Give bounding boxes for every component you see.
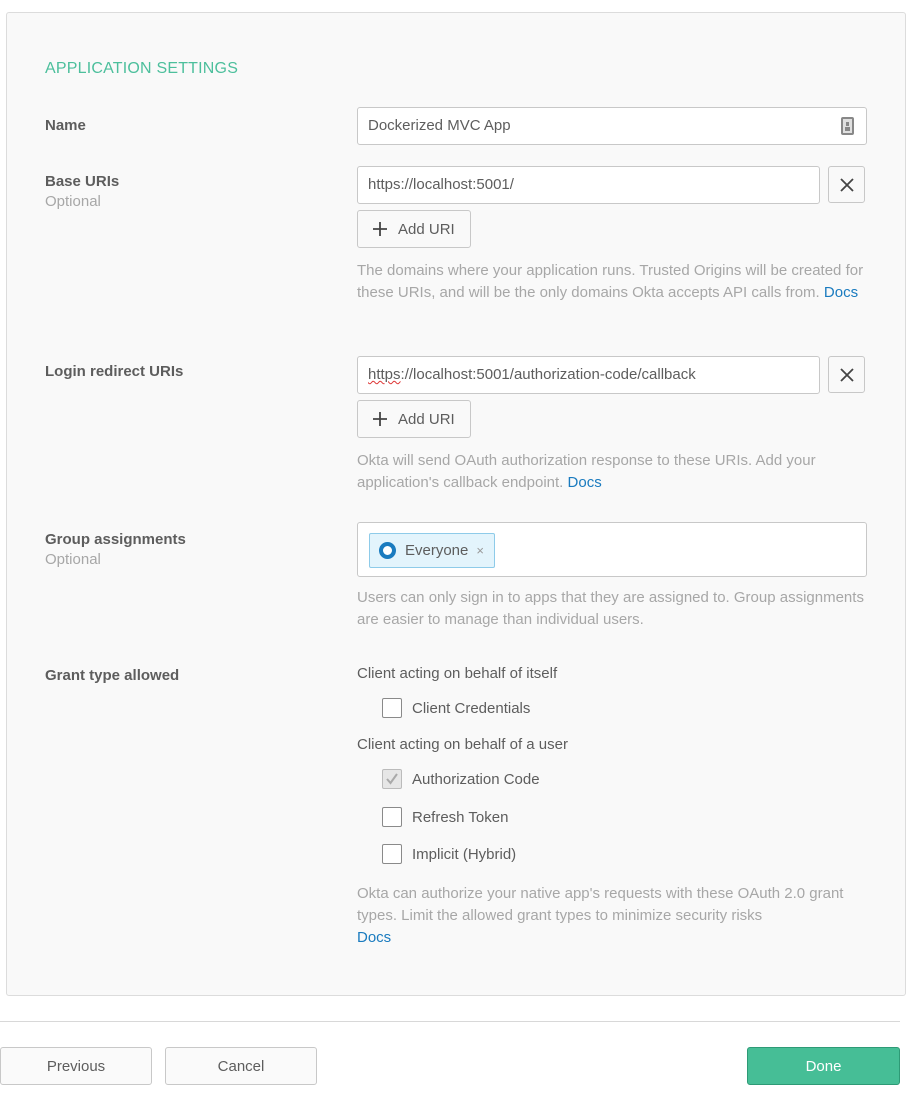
group-assignments-input[interactable]: Everyone ×	[357, 522, 867, 577]
contact-card-icon[interactable]	[841, 117, 854, 135]
login-redirect-docs-link[interactable]: Docs	[568, 474, 602, 491]
base-uris-docs-link[interactable]: Docs	[824, 284, 858, 301]
checkmark-icon	[386, 773, 398, 785]
base-uris-label: Base URIs	[45, 173, 120, 190]
base-uris-help: The domains where your application runs.…	[357, 260, 867, 304]
done-button[interactable]: Done	[747, 1047, 900, 1085]
grant-type-label: Grant type allowed	[45, 667, 180, 684]
add-login-redirect-uri-button[interactable]: Add URI	[357, 400, 471, 438]
checkbox-label: Refresh Token	[412, 808, 509, 826]
previous-button[interactable]: Previous	[0, 1047, 152, 1085]
close-icon	[839, 177, 854, 192]
cancel-button[interactable]: Cancel	[165, 1047, 317, 1085]
group-assignments-optional: Optional	[45, 551, 101, 568]
login-redirect-uri-value-spell: https	[368, 366, 401, 383]
base-uri-input[interactable]: https://localhost:5001/	[357, 166, 820, 204]
checkbox-box[interactable]	[382, 698, 402, 718]
group-chip-everyone[interactable]: Everyone ×	[369, 533, 495, 568]
group-assignments-help: Users can only sign in to apps that they…	[357, 589, 864, 628]
grant-type-help-text: Okta can authorize your native app's req…	[357, 885, 844, 924]
base-uris-optional: Optional	[45, 193, 101, 210]
grant-group-itself: Client acting on behalf of itself	[357, 665, 558, 682]
group-assignments-label: Group assignments	[45, 531, 186, 548]
checkbox-box[interactable]	[382, 844, 402, 864]
group-icon	[379, 542, 396, 559]
login-redirect-help: Okta will send OAuth authorization respo…	[357, 450, 867, 494]
plus-icon	[373, 412, 387, 426]
grant-type-help: Okta can authorize your native app's req…	[357, 883, 867, 949]
checkbox-box[interactable]	[382, 807, 402, 827]
footer-divider	[0, 1021, 900, 1022]
name-label: Name	[45, 117, 86, 134]
login-redirect-uri-value: ://localhost:5001/authorization-code/cal…	[400, 366, 696, 383]
login-redirect-uri-input[interactable]: https://localhost:5001/authorization-cod…	[357, 356, 820, 394]
checkbox-label: Client Credentials	[412, 699, 531, 717]
add-base-uri-label: Add URI	[398, 220, 455, 238]
grant-type-docs-link[interactable]: Docs	[357, 929, 391, 946]
add-base-uri-button[interactable]: Add URI	[357, 210, 471, 248]
checkbox-authorization-code[interactable]: Authorization Code	[382, 769, 540, 789]
remove-base-uri-button[interactable]	[828, 166, 865, 203]
section-title: APPLICATION SETTINGS	[45, 60, 239, 77]
plus-icon	[373, 222, 387, 236]
checkbox-label: Authorization Code	[412, 770, 540, 788]
name-value: Dockerized MVC App	[368, 117, 511, 134]
checkbox-box[interactable]	[382, 769, 402, 789]
close-icon	[839, 367, 854, 382]
grant-group-user: Client acting on behalf of a user	[357, 736, 568, 753]
checkbox-implicit-hybrid[interactable]: Implicit (Hybrid)	[382, 844, 516, 864]
remove-login-redirect-uri-button[interactable]	[828, 356, 865, 393]
checkbox-label: Implicit (Hybrid)	[412, 845, 517, 863]
remove-chip-icon[interactable]: ×	[476, 543, 484, 558]
name-input[interactable]: Dockerized MVC App	[357, 107, 867, 145]
checkbox-refresh-token[interactable]: Refresh Token	[382, 807, 508, 827]
group-chip-label: Everyone	[405, 542, 469, 559]
checkbox-client-credentials[interactable]: Client Credentials	[382, 698, 530, 718]
add-login-redirect-uri-label: Add URI	[398, 410, 455, 428]
base-uris-help-text: The domains where your application runs.…	[357, 262, 864, 301]
login-redirect-uris-label: Login redirect URIs	[45, 363, 184, 380]
